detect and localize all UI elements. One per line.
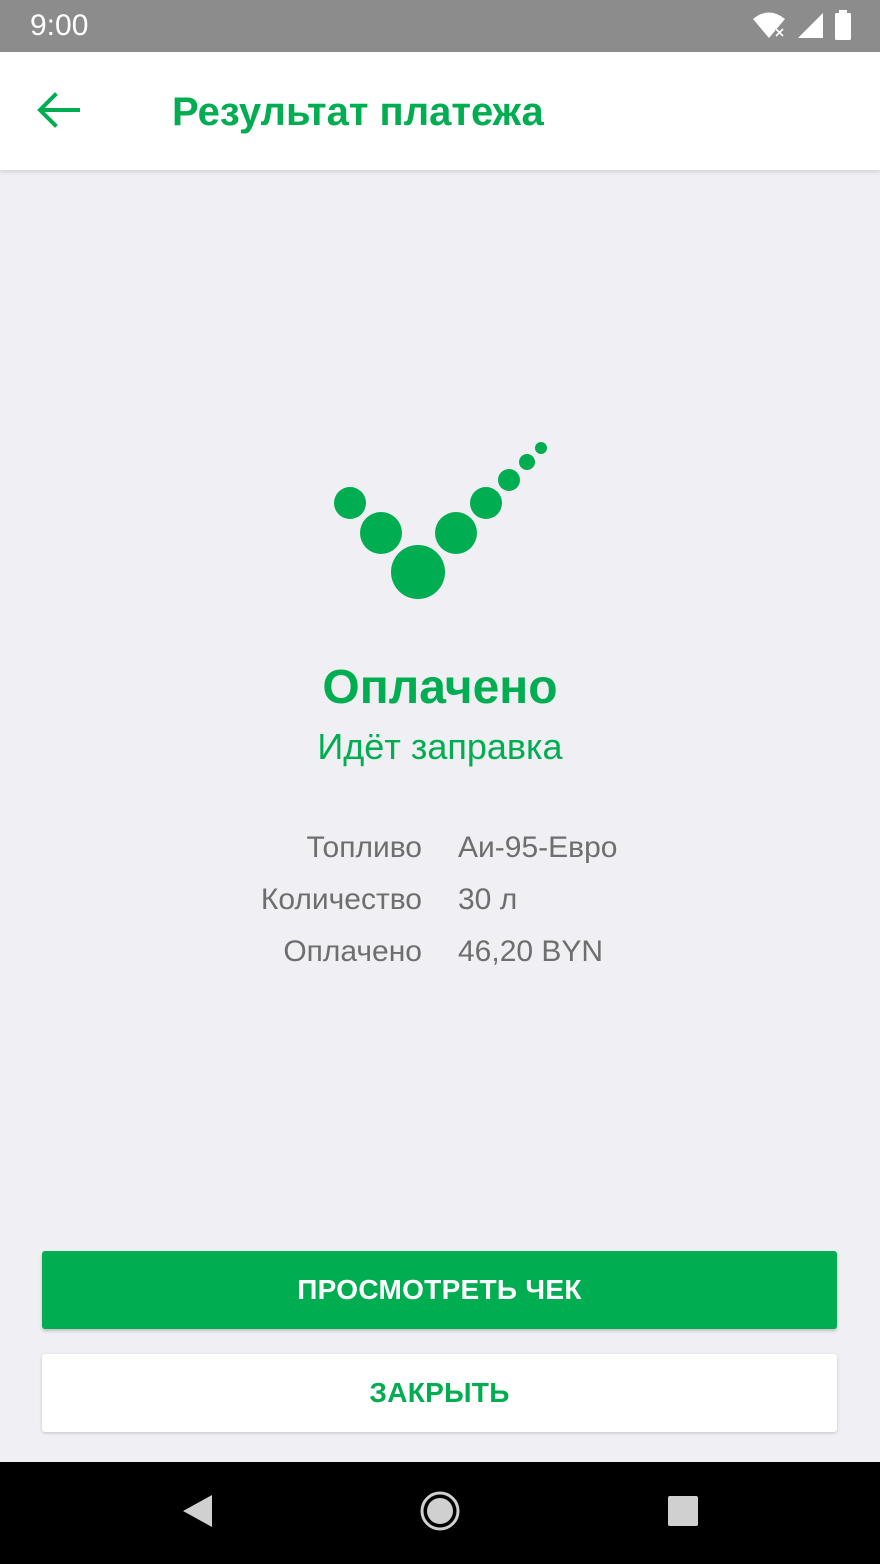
detail-label: Оплачено xyxy=(283,935,422,968)
detail-value: 30 л xyxy=(458,883,518,916)
content: Оплачено Идёт заправка Топливо Аи-95-Евр… xyxy=(0,170,880,1462)
detail-label: Количество xyxy=(260,883,422,916)
nav-back-triangle-icon xyxy=(180,1493,214,1534)
battery-icon xyxy=(834,10,852,45)
back-button[interactable] xyxy=(28,82,88,142)
result-subtitle: Идёт заправка xyxy=(317,726,563,767)
payment-details: Топливо Аи-95-Евро Количество 30 л Оплач… xyxy=(0,822,880,978)
wifi-icon xyxy=(752,10,786,45)
close-button[interactable]: ЗАКРЫТЬ xyxy=(42,1354,837,1432)
status-icons xyxy=(752,10,852,45)
nav-home-circle-icon xyxy=(419,1490,461,1537)
cellular-icon xyxy=(796,11,824,44)
detail-row-paid: Оплачено 46,20 BYN xyxy=(0,926,880,978)
detail-value: Аи-95-Евро xyxy=(458,831,618,864)
arrow-back-icon xyxy=(36,91,80,133)
status-time: 9:00 xyxy=(30,9,89,42)
nav-home-button[interactable] xyxy=(415,1488,465,1538)
nav-recents-square-icon xyxy=(667,1495,699,1532)
detail-row-quantity: Количество 30 л xyxy=(0,874,880,926)
detail-value: 46,20 BYN xyxy=(458,935,604,968)
navigation-bar xyxy=(0,1462,880,1564)
detail-label: Топливо xyxy=(306,831,422,864)
success-check-icon xyxy=(330,440,560,610)
page-title: Результат платежа xyxy=(172,90,544,134)
nav-recents-button[interactable] xyxy=(658,1488,708,1538)
result-title: Оплачено xyxy=(322,661,558,714)
nav-back-button[interactable] xyxy=(172,1488,222,1538)
detail-row-fuel: Топливо Аи-95-Евро xyxy=(0,822,880,874)
view-receipt-button[interactable]: ПРОСМОТРЕТЬ ЧЕК xyxy=(42,1251,837,1329)
app-bar: Результат платежа xyxy=(0,52,880,170)
status-bar: 9:00 xyxy=(0,0,880,52)
